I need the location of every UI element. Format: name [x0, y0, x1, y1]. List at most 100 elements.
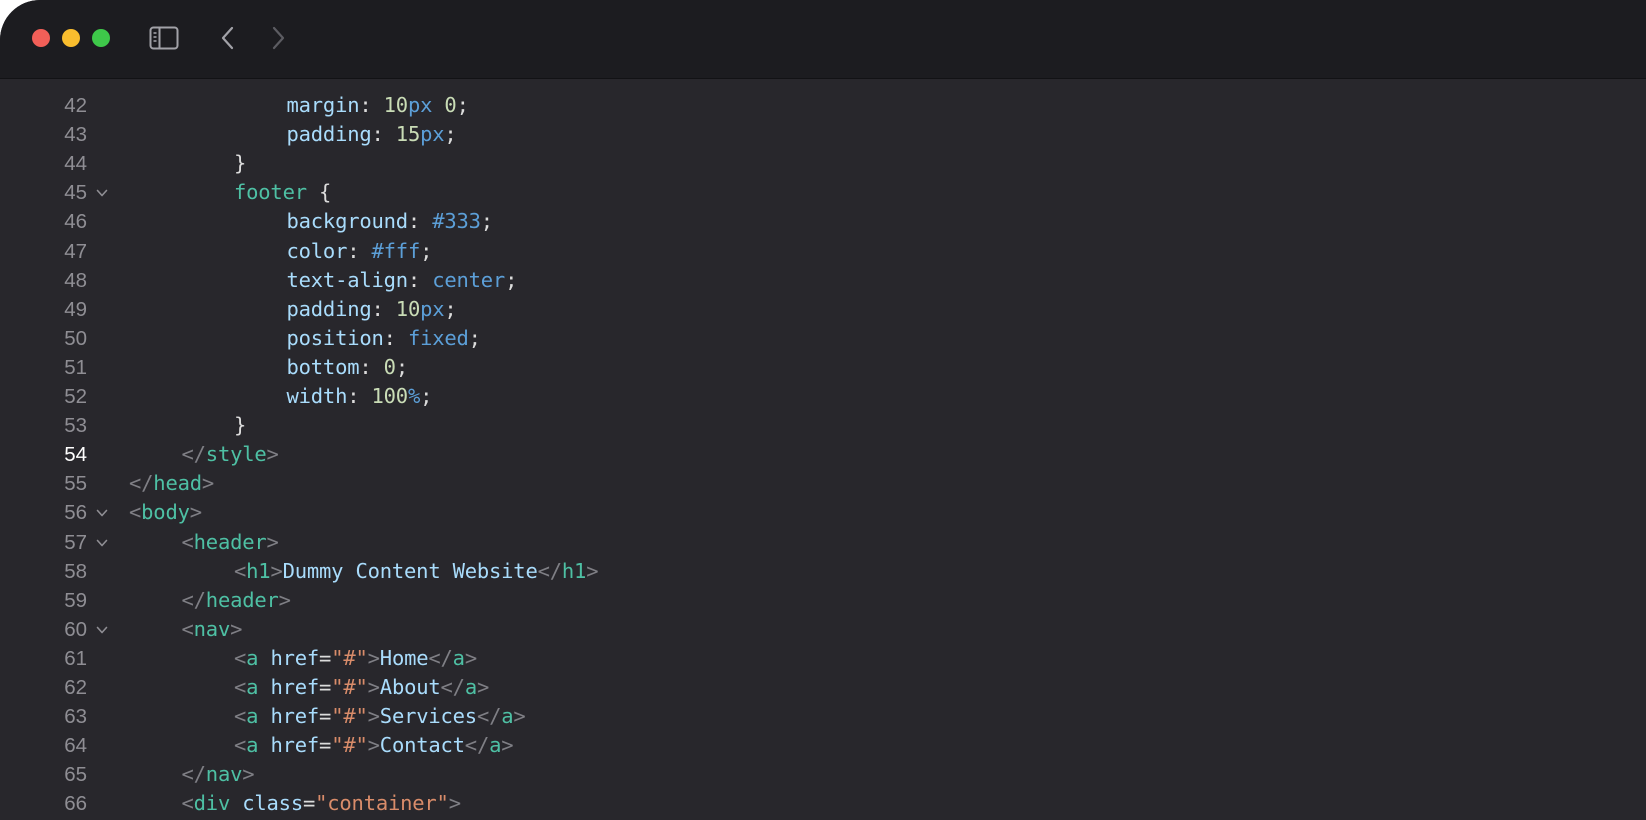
code-line[interactable]: 52 width: 100%; [0, 382, 1646, 411]
code-token: > [448, 791, 461, 816]
line-number: 46 [64, 210, 87, 234]
code-line[interactable]: 59 </header> [0, 586, 1646, 615]
code-line[interactable]: 44} [0, 149, 1646, 178]
line-number: 43 [64, 123, 87, 147]
sidebar-toggle-button[interactable] [147, 22, 181, 54]
code-token: ; [444, 122, 457, 147]
code-line[interactable]: 49 padding: 10px; [0, 295, 1646, 324]
line-number: 51 [64, 355, 87, 379]
code-line[interactable]: 42 margin: 10px 0; [0, 91, 1646, 120]
code-token: </ [537, 558, 562, 583]
code-line[interactable]: 60 <nav> [0, 615, 1646, 644]
code-token: href [270, 645, 320, 670]
line-number: 57 [64, 530, 87, 554]
code-token: } [234, 413, 247, 438]
line-number: 52 [64, 385, 87, 408]
code-token: ; [444, 296, 457, 321]
code-text: padding: 10px; [287, 295, 457, 324]
code-token: < [234, 645, 247, 670]
code-token: background [286, 209, 409, 234]
fold-chevron-down-icon[interactable] [96, 624, 108, 636]
code-line[interactable]: 46 background: #333; [0, 207, 1646, 236]
close-button[interactable] [32, 29, 50, 47]
code-token: fixed [407, 325, 469, 350]
code-line[interactable]: 53} [0, 411, 1646, 440]
fold-chevron-down-icon[interactable] [96, 187, 108, 199]
code-editor[interactable]: 42 margin: 10px 0; 43 padding: 15px; 44} 45 fo… [0, 79, 1646, 820]
code-text: <a href="#">Contact</a> [234, 731, 514, 760]
code-line[interactable]: 50 position: fixed; [0, 324, 1646, 353]
code-line[interactable]: 45 footer { [0, 178, 1646, 207]
code-token: ; [480, 209, 493, 234]
code-text: <a href="#">Home</a> [234, 644, 477, 673]
line-number: 48 [64, 268, 87, 292]
code-line[interactable]: 63 <a href="#">Services</a> [0, 702, 1646, 731]
code-line[interactable]: 64 <a href="#">Contact</a> [0, 731, 1646, 760]
code-token: </ [476, 704, 502, 729]
zoom-button[interactable] [92, 29, 110, 47]
line-number: 42 [64, 94, 87, 117]
code-line[interactable]: 43 padding: 15px; [0, 120, 1646, 149]
line-number: 50 [64, 326, 87, 350]
code-line[interactable]: 62 <a href="#">About</a> [0, 673, 1646, 702]
code-token: ; [505, 267, 518, 292]
code-line[interactable]: 57 <header> [0, 528, 1646, 557]
line-number: 64 [64, 734, 87, 758]
code-token: </ [440, 675, 465, 699]
line-number: 60 [64, 617, 87, 641]
code-line[interactable]: 54 </style> [0, 440, 1646, 469]
code-token: Services [379, 704, 477, 729]
code-token: </ [428, 645, 453, 670]
code-token: href [270, 704, 320, 729]
code-token: > [586, 558, 599, 583]
code-token: : [407, 267, 433, 292]
code-token: < [234, 675, 247, 699]
line-number: 65 [64, 763, 87, 787]
code-text: position: fixed; [287, 324, 482, 353]
code-text: text-align: center; [287, 266, 518, 295]
code-text: <a href="#">About</a> [234, 673, 489, 702]
line-number: 45 [64, 181, 87, 205]
code-token: : [347, 384, 372, 408]
code-line[interactable]: 61 <a href="#">Home</a> [0, 644, 1646, 673]
code-line[interactable]: 55 </head> [0, 469, 1646, 498]
code-line[interactable]: 51 bottom: 0; [0, 353, 1646, 382]
fold-chevron-down-icon[interactable] [96, 537, 108, 549]
code-token: > [513, 704, 526, 729]
code-token: > [201, 471, 215, 496]
code-line[interactable]: 66 <div class="container"> [0, 789, 1646, 818]
minimize-button[interactable] [62, 29, 80, 47]
code-text: } [234, 411, 246, 440]
code-token: : [359, 93, 384, 117]
code-text: <body> [129, 498, 202, 527]
line-number: 59 [64, 588, 87, 612]
code-text: margin: 10px 0; [287, 91, 469, 120]
fold-chevron-down-icon[interactable] [96, 507, 108, 519]
back-button[interactable] [214, 22, 242, 54]
line-number: 62 [64, 676, 87, 699]
code-line[interactable]: 48 text-align: center; [0, 266, 1646, 295]
code-token: = [319, 704, 332, 729]
code-token: "#" [331, 733, 368, 758]
code-token: a [501, 704, 514, 729]
code-token: #333 [432, 209, 481, 234]
code-token: Dummy Content Website [282, 558, 538, 583]
code-token: % [407, 384, 421, 408]
code-line[interactable]: 47 color: #fff; [0, 237, 1646, 266]
code-line[interactable]: 56 <body> [0, 498, 1646, 527]
forward-button[interactable] [264, 22, 292, 54]
code-token: { [306, 180, 332, 205]
code-line[interactable]: 58 <h1>Dummy Content Website</h1> [0, 557, 1646, 586]
code-token: > [476, 675, 490, 699]
line-number: 61 [64, 646, 87, 670]
code-token: < [181, 791, 194, 816]
code-text: <h1>Dummy Content Website</h1> [234, 557, 599, 586]
code-token: nav [193, 616, 231, 641]
code-token: class [242, 791, 303, 816]
code-line[interactable]: 65 </nav> [0, 760, 1646, 789]
code-token: px [420, 122, 445, 147]
code-token: About [379, 675, 441, 699]
